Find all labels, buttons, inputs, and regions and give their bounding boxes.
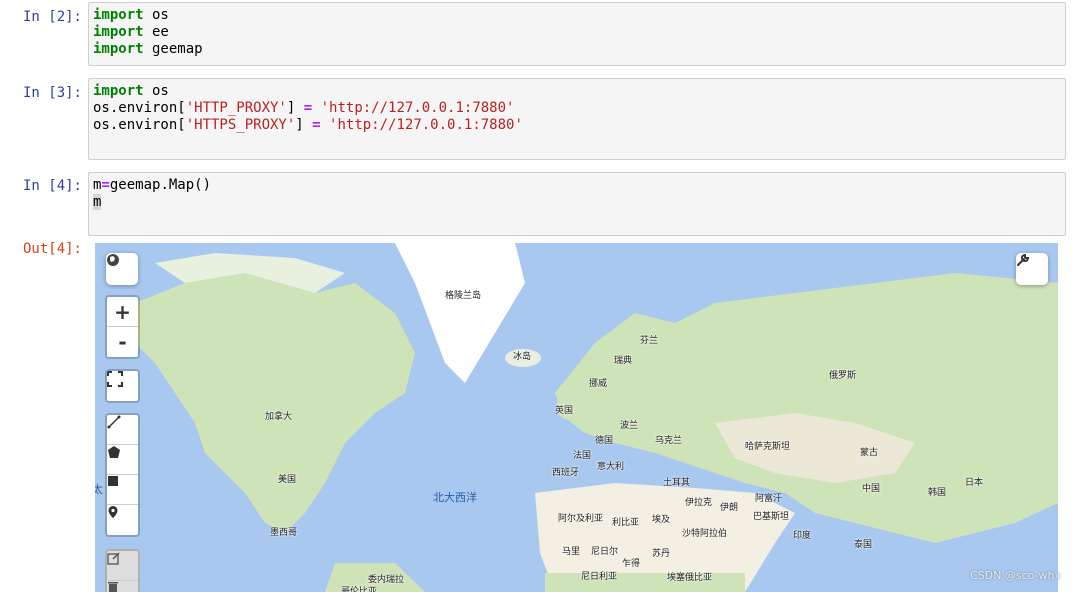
edit-control — [105, 549, 140, 592]
zoom-control: + - — [105, 295, 140, 359]
map-label: 墨西哥 — [270, 528, 298, 538]
code-cell[interactable]: import os import ee import geemap — [88, 2, 1066, 66]
map-label: 沙特阿拉伯 — [682, 529, 728, 539]
delete-layers-button[interactable] — [107, 581, 138, 592]
map-label: 挪威 — [589, 379, 608, 389]
zoom-in-button[interactable]: + — [107, 297, 138, 327]
map-label-ocean: 北大西洋 — [433, 491, 477, 504]
map-label: 意大利 — [597, 462, 625, 472]
map-label-ocean: 太 — [95, 483, 103, 496]
draw-rectangle-button[interactable] — [107, 475, 138, 505]
map-label: 英国 — [555, 406, 574, 416]
map-label: 西班牙 — [552, 468, 580, 478]
draw-marker-button[interactable] — [107, 505, 138, 535]
map-label: 波兰 — [620, 421, 639, 431]
map-label: 哥伦比亚 — [341, 587, 378, 592]
map-label: 土耳其 — [663, 478, 691, 488]
map-label: 阿富汗 — [755, 494, 783, 504]
fullscreen-control — [105, 369, 140, 403]
map-label: 埃塞俄比亚 — [667, 573, 713, 583]
code-line: import ee — [93, 24, 169, 40]
map-label: 美国 — [278, 475, 297, 485]
map-label: 泰国 — [854, 540, 873, 550]
map-label: 俄罗斯 — [829, 371, 857, 381]
fullscreen-button[interactable] — [107, 371, 138, 401]
map-label: 瑞典 — [614, 356, 633, 366]
code-line: os.environ['HTTPS_PROXY'] = 'http://127.… — [93, 117, 523, 133]
cell-prompt: In [3]: — [22, 85, 82, 101]
map-label: 法国 — [573, 451, 592, 461]
map-label: 冰岛 — [513, 352, 532, 362]
code-line: m=geemap.Map() — [93, 177, 212, 193]
map-label: 伊朗 — [720, 503, 739, 513]
map-label: 乌克兰 — [655, 436, 683, 446]
map-widget[interactable]: 格陵兰岛 冰岛 芬兰 瑞典 挪威 俄罗斯 英国 波兰 德国 乌克兰 法国 哈萨克… — [95, 243, 1058, 592]
code-line: import geemap — [93, 41, 203, 57]
cell-prompt: In [2]: — [22, 9, 82, 25]
map-label: 中国 — [862, 484, 881, 494]
toolbar-toggle-button[interactable] — [1016, 253, 1048, 285]
cell-prompt: In [4]: — [22, 178, 82, 194]
map-label: 利比亚 — [612, 518, 640, 528]
map-label: 尼日利亚 — [581, 572, 618, 582]
output-prompt: Out[4]: — [22, 241, 82, 257]
code-line: m — [93, 194, 102, 210]
draw-polyline-button[interactable] — [107, 415, 138, 445]
map-label: 蒙古 — [860, 448, 879, 458]
map-label: 尼日尔 — [591, 547, 619, 557]
map-label: 印度 — [793, 531, 812, 541]
map-label: 韩国 — [928, 488, 947, 498]
code-line: os.environ['HTTP_PROXY'] = 'http://127.0… — [93, 100, 515, 116]
map-label: 乍得 — [622, 559, 641, 569]
map-label: 埃及 — [652, 515, 671, 525]
map-label: 加拿大 — [265, 412, 293, 422]
code-line: import os — [93, 83, 169, 99]
zoom-out-button[interactable]: - — [107, 327, 138, 357]
map-label: 德国 — [595, 436, 614, 446]
map-label: 哈萨克斯坦 — [745, 442, 791, 452]
map-label: 苏丹 — [652, 549, 671, 559]
watermark: CSDN @sco-whx — [969, 569, 1061, 582]
code-line: import os — [93, 7, 169, 23]
map-label: 马里 — [562, 547, 581, 557]
draw-control — [105, 413, 140, 537]
code-cell[interactable]: m=geemap.Map() m — [88, 172, 1066, 236]
map-label: 伊拉克 — [685, 498, 713, 508]
basemap-toggle-button[interactable] — [106, 253, 138, 285]
draw-polygon-button[interactable] — [107, 445, 138, 475]
map-label: 格陵兰岛 — [445, 291, 482, 301]
map-basemap — [95, 243, 1058, 592]
map-label: 日本 — [965, 478, 984, 488]
map-label: 巴基斯坦 — [753, 512, 790, 522]
map-label: 阿尔及利亚 — [558, 514, 604, 524]
edit-layers-button[interactable] — [107, 551, 138, 581]
map-label: 芬兰 — [640, 336, 659, 346]
code-cell[interactable]: import os os.environ['HTTP_PROXY'] = 'ht… — [88, 78, 1066, 160]
